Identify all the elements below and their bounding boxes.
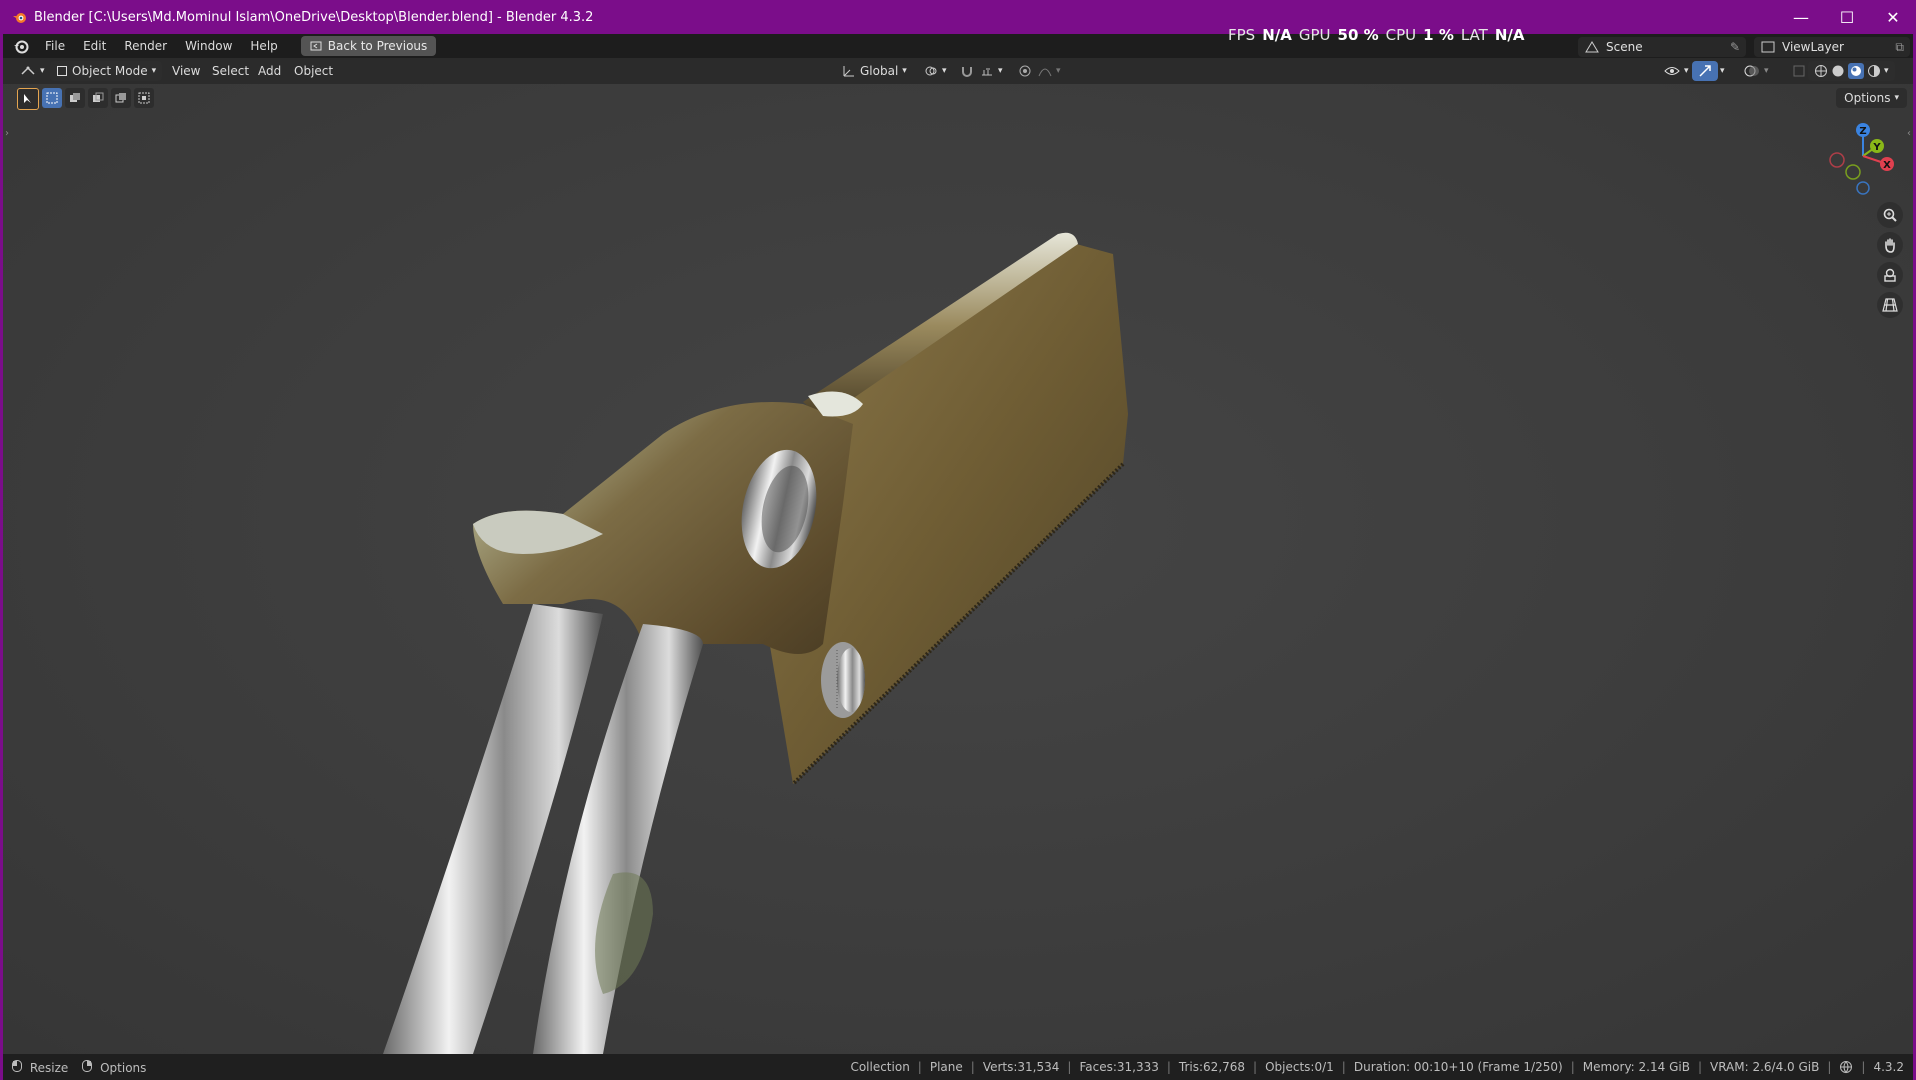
maximize-button[interactable]: ☐ (1824, 0, 1870, 34)
pivot-point-dropdown[interactable]: ▾ (918, 61, 953, 81)
overlays-toggle[interactable]: ▾ (1738, 61, 1775, 81)
stat-faces: Faces:31,333 (1079, 1060, 1159, 1074)
stat-collection: Collection (850, 1060, 910, 1074)
snap-increment-icon (982, 68, 992, 76)
title-bar: Blender [C:\Users\Md.Mominul Islam\OneDr… (0, 0, 1916, 34)
rendered-shading-icon[interactable] (1867, 64, 1881, 78)
mode-label: Object Mode (72, 64, 148, 78)
3d-viewport[interactable]: Options ▾ › ‹ Z Y X (3, 84, 1913, 1054)
scene-selector[interactable]: Scene ✎ (1578, 37, 1746, 57)
scene-icon (1585, 41, 1599, 53)
gpu-label: GPU (1298, 26, 1331, 44)
mouse-right-icon (82, 1059, 93, 1072)
xray-icon (1793, 65, 1805, 77)
stat-object: Plane (929, 1060, 963, 1074)
orientation-label: Global (860, 64, 899, 78)
stat-tris: Tris:62,768 (1178, 1060, 1246, 1074)
menu-window[interactable]: Window (176, 39, 241, 53)
back-to-previous-label: Back to Previous (327, 39, 428, 53)
falloff-curve-icon (1038, 68, 1052, 77)
wireframe-shading-icon[interactable] (1814, 64, 1828, 78)
viewport-header: ▾ Object Mode ▾ View Select Add Object G… (0, 58, 1916, 84)
blender-menu-icon[interactable] (12, 37, 30, 55)
proportional-editing-icon (1019, 65, 1031, 77)
fps-value: N/A (1262, 26, 1292, 44)
view-layer-icon (1761, 41, 1775, 53)
network-globe-icon[interactable] (1839, 1060, 1853, 1074)
gizmo-dropdown[interactable]: ▾ (1714, 61, 1731, 81)
solid-shading-icon[interactable] (1831, 64, 1845, 78)
saw-model-render (383, 232, 1128, 1054)
performance-stats: FPS N/A GPU 50 % CPU 1 % LAT N/A (1228, 26, 1524, 44)
scene-statistics: Collection | Plane | Verts:31,534 | Faces:3… (850, 1060, 1904, 1074)
overlays-icon (1744, 65, 1759, 77)
scene-name: Scene (1606, 40, 1643, 54)
snap-magnet-icon (962, 67, 972, 77)
fps-label: FPS (1228, 26, 1256, 44)
back-icon (310, 41, 322, 51)
cpu-label: CPU (1385, 26, 1417, 44)
orientation-icon (843, 66, 854, 77)
back-to-previous-button[interactable]: Back to Previous (300, 36, 437, 56)
visibility-dropdown[interactable]: ▾ (1658, 61, 1695, 81)
eye-icon (1664, 67, 1680, 75)
window-title: Blender [C:\Users\Md.Mominul Islam\OneDr… (34, 9, 594, 25)
lat-value: N/A (1494, 26, 1525, 44)
object-mode-icon (57, 66, 67, 76)
falloff-dropdown[interactable]: ▾ (1032, 61, 1067, 81)
header-menu-view[interactable]: View (166, 61, 206, 81)
menu-file[interactable]: File (36, 39, 74, 53)
menu-render[interactable]: Render (115, 39, 176, 53)
window-border-left (0, 34, 3, 1080)
stat-vram: VRAM: 2.6/4.0 GiB (1709, 1060, 1820, 1074)
stat-memory: Memory: 2.14 GiB (1582, 1060, 1690, 1074)
view-layer-name: ViewLayer (1782, 40, 1844, 54)
material-preview-icon[interactable] (1848, 63, 1864, 79)
lat-label: LAT (1460, 26, 1488, 44)
status-hint-resize: Resize (12, 1059, 68, 1075)
stat-duration: Duration: 00:10+10 (Frame 1/250) (1353, 1060, 1563, 1074)
editor-type-button[interactable]: ▾ (14, 61, 51, 81)
pin-icon[interactable]: ✎ (1730, 40, 1740, 54)
blender-version: 4.3.2 (1873, 1060, 1904, 1074)
close-button[interactable]: ✕ (1870, 0, 1916, 34)
minimize-button[interactable]: — (1778, 0, 1824, 34)
status-bar: Resize Options Collection | Plane | Verts:… (0, 1054, 1916, 1080)
header-menu-add[interactable]: Add (252, 61, 287, 81)
shading-mode-group: ▾ (1808, 61, 1895, 81)
mouse-left-icon (12, 1059, 22, 1072)
snap-target-dropdown[interactable]: ▾ (974, 61, 1009, 81)
status-hint-options: Options (82, 1059, 146, 1075)
stat-verts: Verts:31,534 (982, 1060, 1060, 1074)
pivot-icon (925, 66, 937, 76)
header-menu-select[interactable]: Select (206, 61, 255, 81)
stat-objects: Objects:0/1 (1265, 1060, 1334, 1074)
gizmo-icon (1699, 65, 1711, 77)
menu-edit[interactable]: Edit (74, 39, 115, 53)
editor-type-icon (21, 66, 35, 75)
blender-logo-icon (13, 13, 26, 23)
cpu-value: 1 % (1423, 26, 1454, 44)
header-menu-object[interactable]: Object (288, 61, 339, 81)
gpu-value: 50 % (1337, 26, 1379, 44)
menu-help[interactable]: Help (241, 39, 286, 53)
mode-dropdown[interactable]: Object Mode ▾ (50, 61, 163, 81)
transform-orientation-dropdown[interactable]: Global ▾ (836, 61, 913, 81)
view-layer-selector[interactable]: ViewLayer ⧉ (1754, 37, 1910, 57)
new-view-layer-icon[interactable]: ⧉ (1895, 40, 1904, 55)
